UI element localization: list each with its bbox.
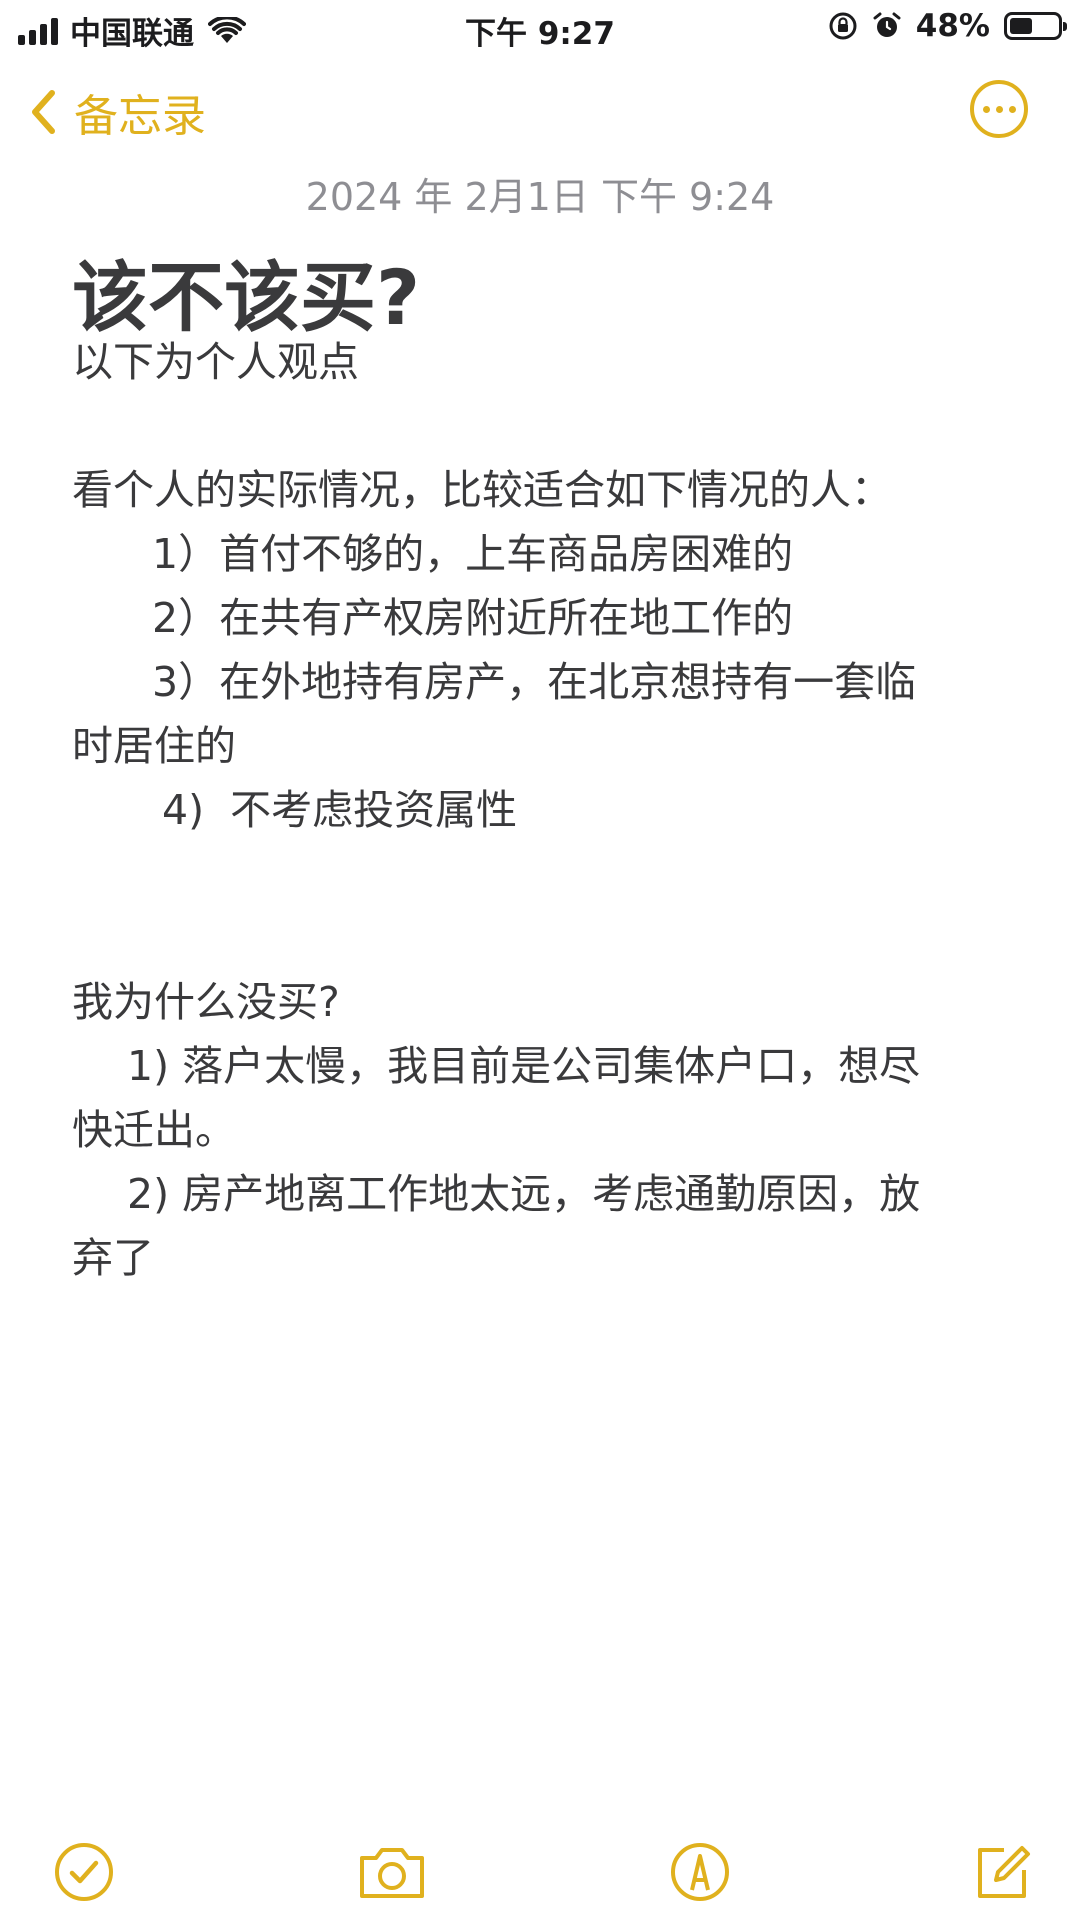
camera-icon (360, 1848, 424, 1898)
note-body[interactable]: 以下为个人观点 看个人的实际情况，比较适合如下情况的人： 1）首付不够的，上车商… (72, 330, 1012, 1290)
note-line: 2) 房产地离工作地太远，考虑通勤原因，放 (127, 1170, 921, 1218)
chevron-left-icon (32, 90, 55, 134)
back-button-label: 备忘录 (74, 91, 206, 142)
note-line: 1) 落户太慢，我目前是公司集体户口，想尽 (127, 1042, 921, 1090)
more-button[interactable] (970, 80, 1028, 138)
more-icon (982, 105, 990, 113)
battery-percent: 48% (915, 8, 990, 44)
note-date: 2024 年 2月1日 下午 9:24 (305, 175, 775, 219)
checklist-icon (55, 1843, 113, 1901)
more-icon-dot (995, 105, 1003, 113)
note-line: 3）在外地持有房产，在北京想持有一套临 (152, 658, 917, 706)
note-line: 弃了 (72, 1234, 154, 1282)
orientation-lock-icon (829, 12, 857, 40)
note-line: 4) 不考虑投资属性 (162, 786, 518, 834)
note-line: 时居住的 (72, 722, 236, 770)
note-line: 以下为个人观点 (72, 338, 359, 386)
status-right: 48% (828, 8, 1067, 44)
note-line: 看个人的实际情况，比较适合如下情况的人： (72, 466, 892, 514)
note-line: 快迁出。 (72, 1106, 236, 1154)
nav-bar: 备忘录 (0, 70, 1080, 150)
battery-icon (1004, 12, 1067, 40)
compose-button[interactable] (970, 1840, 1034, 1904)
back-button[interactable]: 备忘录 (30, 80, 206, 144)
alarm-icon (873, 12, 901, 37)
note-line: 我为什么没买? (72, 978, 340, 1026)
bottom-toolbar (0, 1840, 1080, 1920)
camera-button[interactable] (356, 1840, 424, 1904)
more-icon-dot (1008, 105, 1016, 113)
compose-icon (978, 1846, 1030, 1898)
battery-fill (1010, 18, 1033, 34)
note-line: 1）首付不够的，上车商品房困难的 (152, 530, 794, 578)
markup-icon (671, 1843, 729, 1901)
status-bar: 中国联通 下午 9:27 48% (0, 0, 1080, 56)
checklist-button[interactable] (52, 1840, 116, 1904)
note-line: 2）在共有产权房附近所在地工作的 (152, 594, 794, 642)
markup-button[interactable] (668, 1840, 732, 1904)
